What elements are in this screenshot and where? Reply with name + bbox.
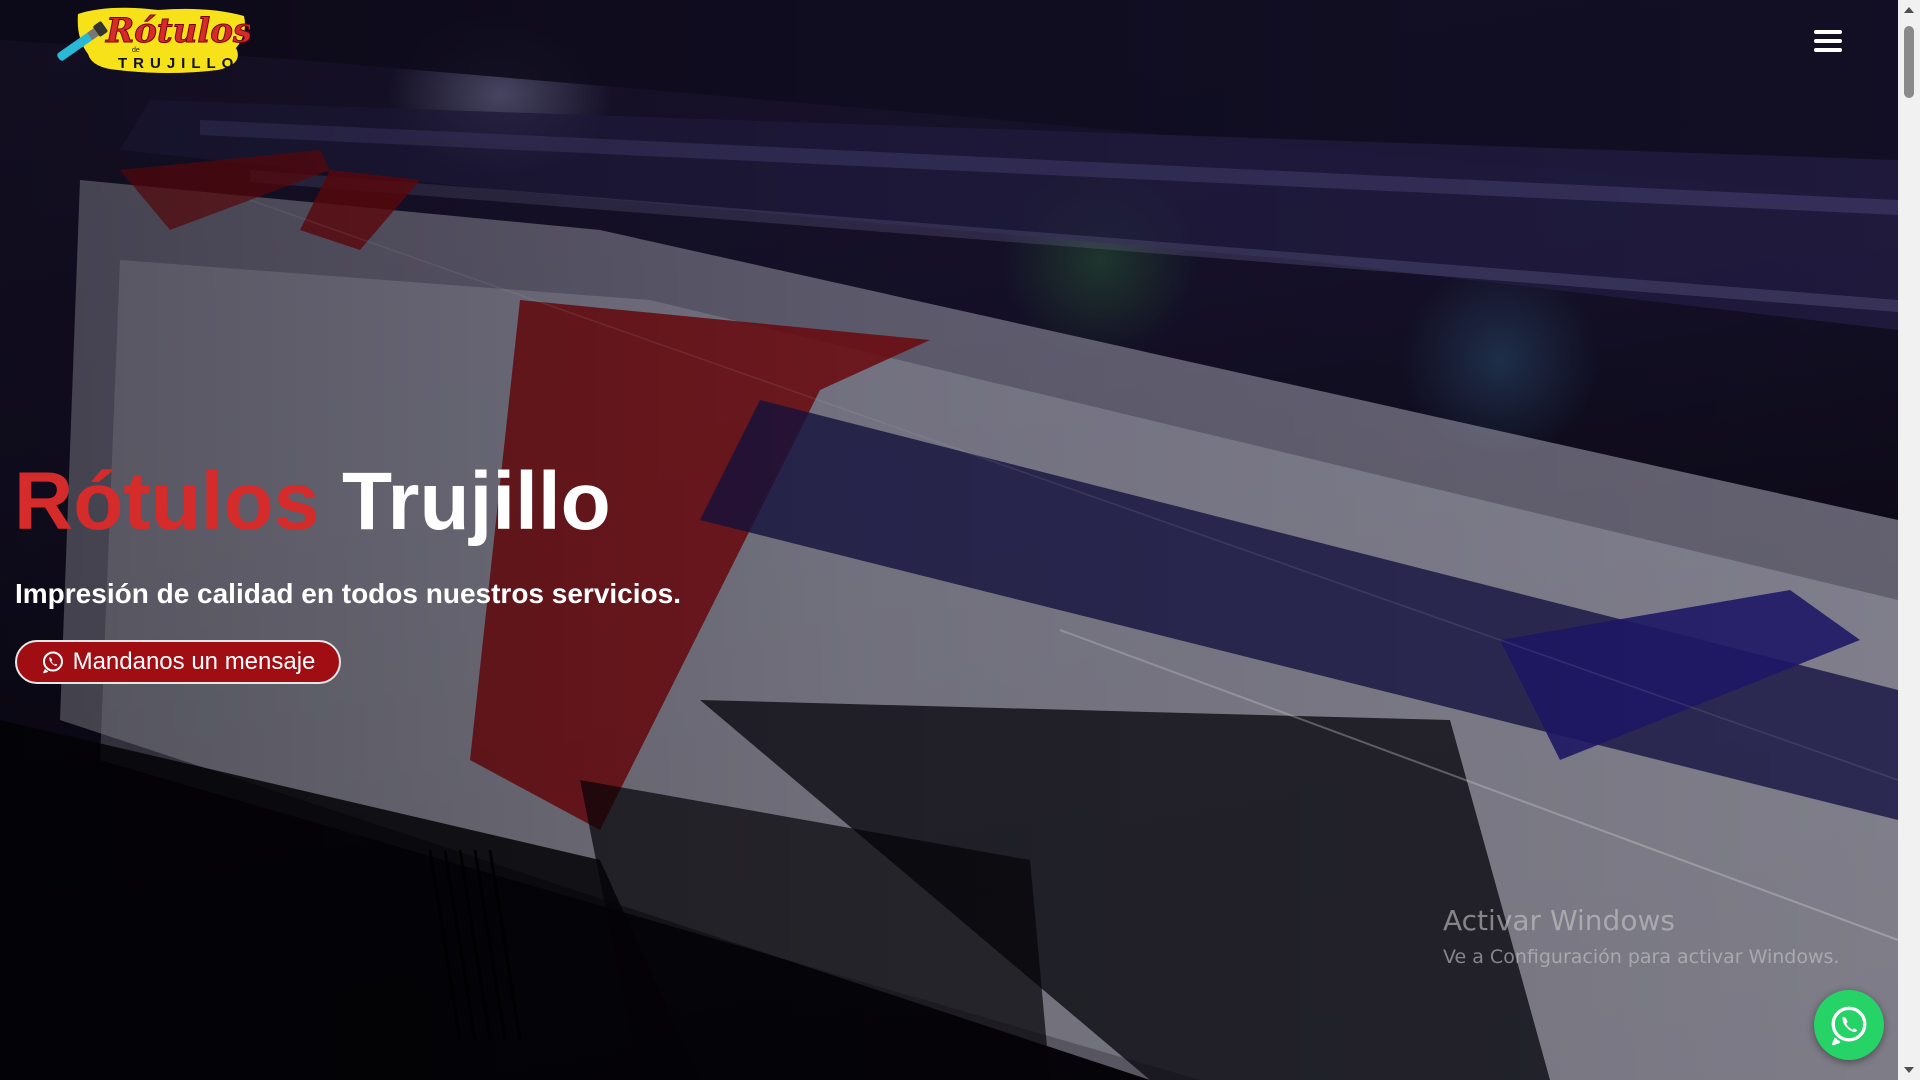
scroll-down-arrow-icon[interactable] (1898, 1060, 1920, 1080)
windows-activation-subtitle: Ve a Configuración para activar Windows. (1443, 946, 1840, 968)
windows-activation-title: Activar Windows (1443, 904, 1675, 937)
whatsapp-message-button[interactable]: Mandanos un mensaje (15, 640, 341, 684)
scroll-up-arrow-icon[interactable] (1898, 0, 1920, 20)
vertical-scrollbar[interactable] (1898, 0, 1920, 1080)
brand-logo[interactable]: Rótulos de TRUJILLO (48, 4, 250, 76)
hamburger-bar (1814, 48, 1842, 52)
page: Rótulos de TRUJILLO Rótulos Trujillo Imp… (0, 0, 1920, 1080)
whatsapp-icon (1831, 1006, 1867, 1046)
hero-subtitle: Impresión de calidad en todos nuestros s… (15, 578, 681, 609)
logo-small-text: de (132, 47, 140, 54)
whatsapp-message-button-label: Mandanos un mensaje (72, 648, 316, 675)
hamburger-bar (1814, 39, 1842, 43)
hamburger-menu-icon[interactable] (1808, 26, 1848, 58)
hero-title: Rótulos Trujillo (14, 452, 611, 552)
scrollbar-thumb[interactable] (1904, 26, 1914, 98)
logo-sub-text: TRUJILLO (118, 55, 239, 72)
floating-whatsapp-button[interactable] (1814, 990, 1884, 1060)
logo-main-text: Rótulos (105, 11, 250, 51)
hero-title-red: Rótulos (14, 456, 320, 547)
whatsapp-icon (41, 650, 65, 674)
hamburger-bar (1814, 30, 1842, 34)
hero-title-white: Trujillo (341, 456, 611, 547)
